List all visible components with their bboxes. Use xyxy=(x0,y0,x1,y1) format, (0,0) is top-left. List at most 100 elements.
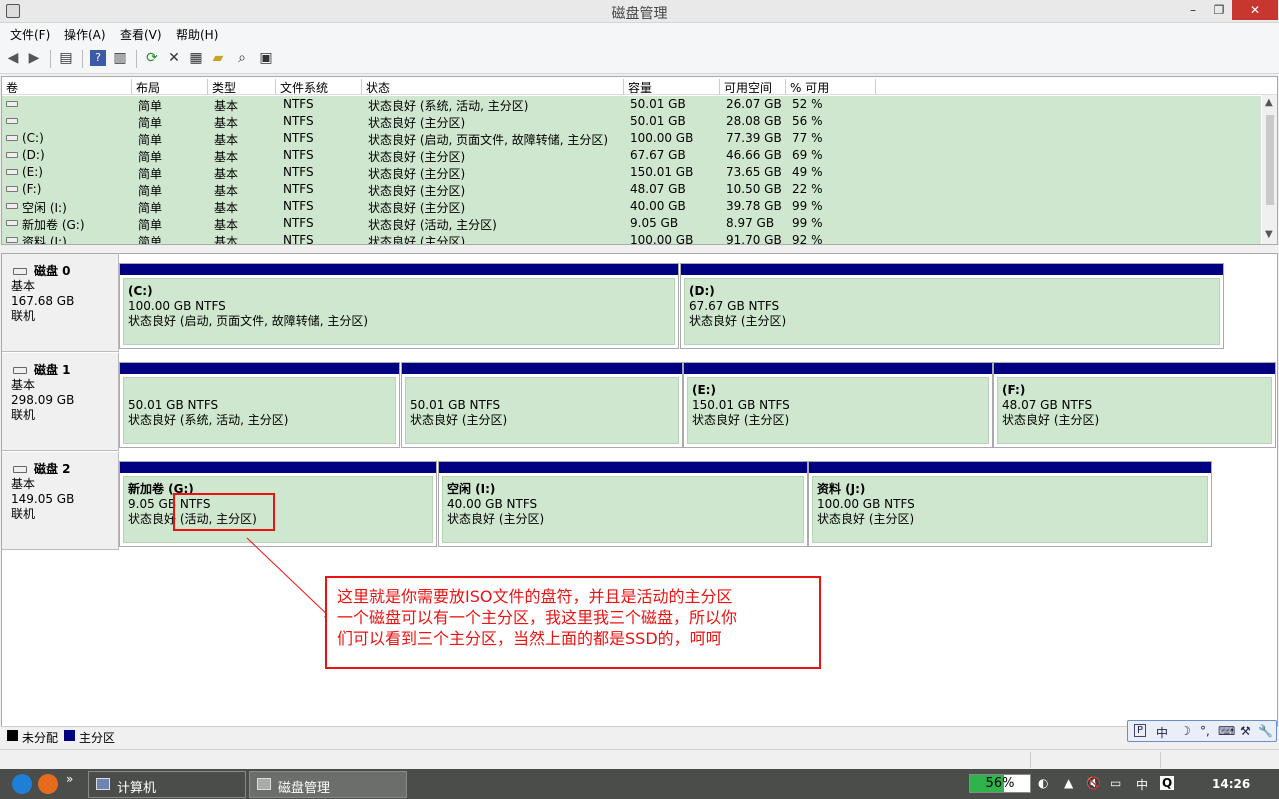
legend-swatch-primary xyxy=(64,730,75,741)
ime-indicator[interactable]: 中 xyxy=(1136,776,1148,793)
volume-icon xyxy=(6,152,18,158)
tray-expand-icon[interactable]: ▲ xyxy=(1064,776,1073,790)
column-layout[interactable]: 布局 xyxy=(132,79,208,95)
langbar-handle-icon[interactable]: P xyxy=(1134,724,1147,737)
column-type[interactable]: 类型 xyxy=(208,79,276,95)
volume-name: (D:) xyxy=(22,148,45,162)
volume-icon xyxy=(6,118,18,124)
partition-block[interactable]: (D:) 67.67 GB NTFS 状态良好 (主分区) xyxy=(680,263,1224,349)
volume-name: (E:) xyxy=(22,165,43,179)
table-row[interactable]: 新加卷 (G:) 简单 基本 NTFS 状态良好 (活动, 主分区) 9.05 GB 8.9… xyxy=(2,215,1261,232)
disk-state: 联机 xyxy=(11,507,36,521)
console-tree-icon[interactable]: ▤ xyxy=(58,50,74,66)
column-free-space[interactable]: 可用空间 xyxy=(720,79,786,95)
volume-name: 新加卷 (G:) xyxy=(22,218,85,232)
volume-capacity: 150.01 GB xyxy=(630,165,694,179)
volume-name: 资料 (J:) xyxy=(22,235,67,245)
partition-block[interactable]: 空闲 (I:) 40.00 GB NTFS 状态良好 (主分区) xyxy=(438,461,808,547)
partition-block[interactable]: (C:) 100.00 GB NTFS 状态良好 (启动, 页面文件, 故障转储, … xyxy=(119,263,679,349)
menu-file[interactable]: 文件(F) xyxy=(10,26,50,43)
table-row[interactable]: (E:) 简单 基本 NTFS 状态良好 (主分区) 150.01 GB 73.65 GB 4… xyxy=(2,164,1261,181)
partition-status: 状态良好 (主分区) xyxy=(447,512,545,526)
search-icon[interactable]: ⌕ xyxy=(234,50,250,66)
partition-block[interactable]: (F:) 48.07 GB NTFS 状态良好 (主分区) xyxy=(993,362,1276,448)
expand-icon[interactable]: » xyxy=(66,772,73,786)
partition-block[interactable]: 50.01 GB NTFS 状态良好 (主分区) xyxy=(401,362,683,448)
table-row[interactable]: 资料 (J:) 简单 基本 NTFS 状态良好 (主分区) 100.00 GB 91.70 … xyxy=(2,232,1261,245)
language-bar[interactable]: P 中 ☽ °, ⌨ ⚒ 🔧 xyxy=(1127,720,1277,742)
ie-icon[interactable] xyxy=(12,774,32,794)
disk-management-icon xyxy=(257,778,271,790)
menu-view[interactable]: 查看(V) xyxy=(120,26,162,43)
volume-capacity: 67.67 GB xyxy=(630,148,686,162)
help-icon[interactable]: ? xyxy=(90,50,106,66)
table-row[interactable]: 简单 基本 NTFS 状态良好 (主分区) 50.01 GB 28.08 GB 56 % xyxy=(2,113,1261,130)
partition-block[interactable]: 资料 (J:) 100.00 GB NTFS 状态良好 (主分区) xyxy=(808,461,1212,547)
column-capacity[interactable]: 容量 xyxy=(624,79,720,95)
column-percent-free[interactable]: % 可用 xyxy=(786,79,876,95)
task-computer[interactable]: 计算机 xyxy=(88,771,246,798)
refresh-icon[interactable]: ⟳ xyxy=(144,50,160,66)
forward-icon[interactable]: ▶ xyxy=(26,50,42,66)
task-disk-management[interactable]: 磁盘管理 xyxy=(249,771,407,798)
primary-partition-bar xyxy=(439,462,807,473)
ime-mode[interactable]: 中 xyxy=(1156,724,1168,741)
status-bar xyxy=(0,749,1279,769)
volume-percent: 99 % xyxy=(792,199,823,213)
partition-body: 50.01 GB NTFS 状态良好 (主分区) xyxy=(405,377,679,444)
tools-icon[interactable]: ⚒ xyxy=(1240,724,1251,738)
partition-status: 状态良好 (启动, 页面文件, 故障转储, 主分区) xyxy=(128,314,369,328)
delete-icon[interactable]: ✕ xyxy=(166,50,182,66)
table-row[interactable]: (C:) 简单 基本 NTFS 状态良好 (启动, 页面文件, 故障转储, 主分区) 10… xyxy=(2,130,1261,147)
power-icon[interactable]: ◐ xyxy=(1038,776,1048,790)
properties-icon[interactable]: ▦ xyxy=(188,50,204,66)
table-row[interactable]: (F:) 简单 基本 NTFS 状态良好 (主分区) 48.07 GB 10.50 GB 22… xyxy=(2,181,1261,198)
partition-name: (D:) xyxy=(689,284,715,298)
wrench-icon[interactable]: 🔧 xyxy=(1258,724,1273,738)
scroll-up-icon[interactable]: ▲ xyxy=(1265,97,1273,108)
moon-icon[interactable]: ☽ xyxy=(1180,724,1191,738)
volume-name: 空闲 (I:) xyxy=(22,201,67,215)
scroll-down-icon[interactable]: ▼ xyxy=(1265,229,1273,240)
menu-action[interactable]: 操作(A) xyxy=(64,26,106,43)
keyboard-icon[interactable]: ⌨ xyxy=(1218,724,1235,738)
disk-label[interactable]: 磁盘 0 基本 167.68 GB 联机 xyxy=(2,254,119,352)
primary-partition-bar xyxy=(809,462,1211,473)
column-filesystem[interactable]: 文件系统 xyxy=(276,79,362,95)
disk-label[interactable]: 磁盘 2 基本 149.05 GB 联机 xyxy=(2,452,119,550)
search-app-icon[interactable]: Q xyxy=(1160,776,1175,790)
column-status[interactable]: 状态 xyxy=(362,79,624,95)
volume-free: 26.07 GB xyxy=(726,97,782,111)
disk-type: 基本 xyxy=(11,378,36,392)
volume-type: 基本 xyxy=(214,133,239,147)
scroll-thumb[interactable] xyxy=(1266,115,1274,205)
open-icon[interactable]: ▰ xyxy=(210,50,226,66)
disk-label[interactable]: 磁盘 1 基本 298.09 GB 联机 xyxy=(2,353,119,451)
close-button[interactable]: ✕ xyxy=(1232,0,1278,20)
volume-type: 基本 xyxy=(214,201,239,215)
table-row[interactable]: 空闲 (I:) 简单 基本 NTFS 状态良好 (主分区) 40.00 GB 39.78 G… xyxy=(2,198,1261,215)
table-row[interactable]: 简单 基本 NTFS 状态良好 (系统, 活动, 主分区) 50.01 GB 26.07 … xyxy=(2,96,1261,113)
clock[interactable]: 14:26 xyxy=(1212,777,1250,791)
list-scrollbar[interactable]: ▲ ▼ xyxy=(1262,95,1277,244)
menu-help[interactable]: 帮助(H) xyxy=(176,26,218,43)
partition-block[interactable]: 新加卷 (G:) 9.05 GB NTFS 状态良好 (活动, 主分区) xyxy=(119,461,437,547)
column-volume[interactable]: 卷 xyxy=(2,79,132,95)
properties-pane-icon[interactable]: ▥ xyxy=(112,50,128,66)
partition-block[interactable]: 50.01 GB NTFS 状态良好 (系统, 活动, 主分区) xyxy=(119,362,400,448)
maximize-button[interactable]: ❐ xyxy=(1204,0,1234,20)
volume-icon xyxy=(6,203,18,209)
punctuation-icon[interactable]: °, xyxy=(1200,724,1210,738)
partition-block[interactable]: (E:) 150.01 GB NTFS 状态良好 (主分区) xyxy=(683,362,993,448)
menu-bar: 文件(F) 操作(A) 查看(V) 帮助(H) xyxy=(0,23,1279,44)
export-icon[interactable]: ▣ xyxy=(258,50,274,66)
taskbar: » 计算机 磁盘管理 56% ◐ ▲ 🔇 ▭ 中 Q 14:26 xyxy=(0,769,1279,799)
network-icon[interactable]: ▭ xyxy=(1110,776,1121,790)
firefox-icon[interactable] xyxy=(38,774,58,794)
volume-filesystem: NTFS xyxy=(283,182,314,196)
battery-meter[interactable]: 56% xyxy=(969,774,1031,793)
partition-status: 状态良好 (系统, 活动, 主分区) xyxy=(128,413,289,427)
table-row[interactable]: (D:) 简单 基本 NTFS 状态良好 (主分区) 67.67 GB 46.66 GB 69… xyxy=(2,147,1261,164)
back-icon[interactable]: ◀ xyxy=(5,50,21,66)
volume-muted-icon[interactable]: 🔇 xyxy=(1086,776,1101,790)
